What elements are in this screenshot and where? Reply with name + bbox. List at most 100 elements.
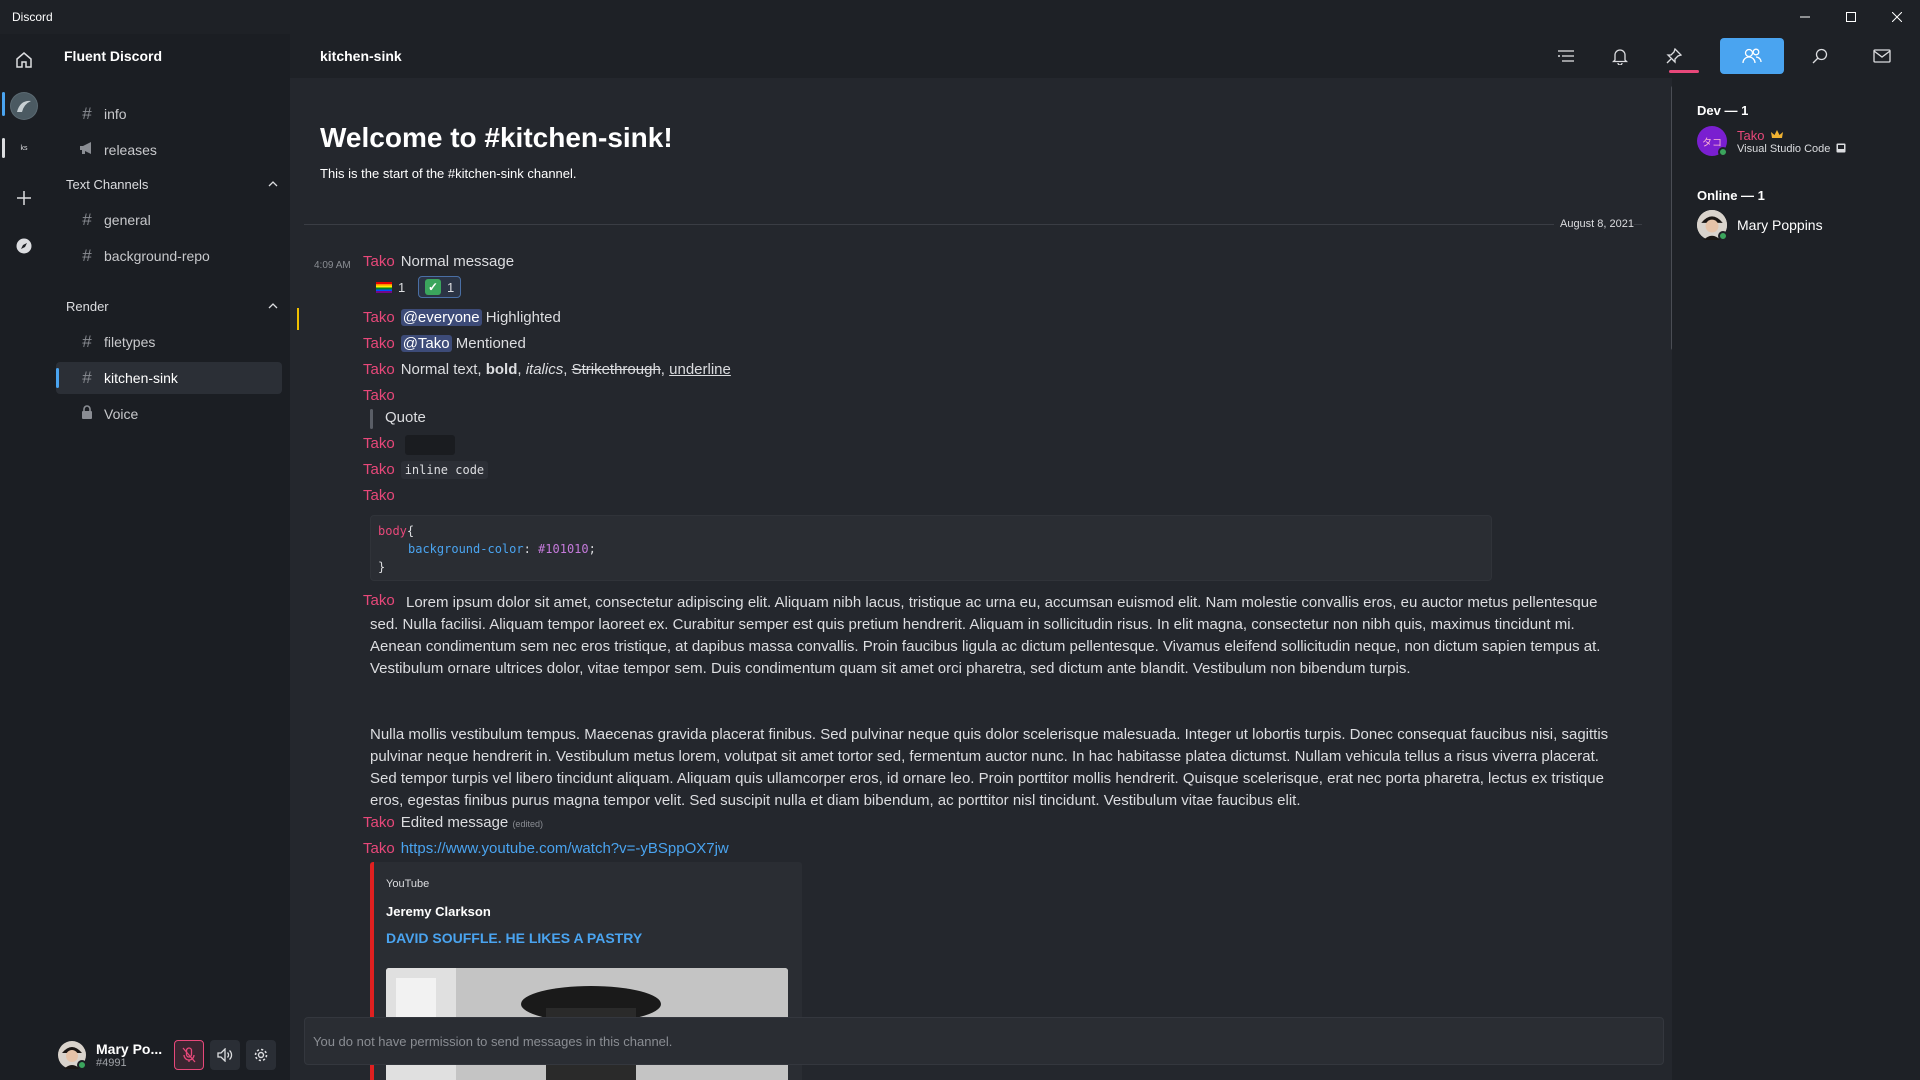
message-author[interactable]: Tako xyxy=(363,461,395,478)
user-info[interactable]: Mary Po... #4991 xyxy=(96,1041,168,1069)
server-unread-indicator xyxy=(2,138,5,158)
mute-button[interactable] xyxy=(174,1040,204,1070)
mention-everyone[interactable]: @everyone xyxy=(400,309,482,326)
message-author[interactable]: Tako xyxy=(363,435,395,452)
code-semicolon: ; xyxy=(588,542,596,556)
member-group-label: Dev — 1 xyxy=(1697,103,1749,118)
hash-icon: # xyxy=(82,332,92,351)
people-icon xyxy=(1742,48,1762,64)
window-title: Discord xyxy=(12,10,53,24)
minimize-icon xyxy=(1800,16,1810,18)
server-ks-icon: ks xyxy=(20,144,28,152)
message-author[interactable]: Tako xyxy=(363,840,395,857)
channel-title: kitchen-sink xyxy=(320,48,402,64)
code-line-3: } xyxy=(378,558,1484,576)
close-button[interactable] xyxy=(1874,0,1920,34)
server-fluent-discord[interactable] xyxy=(8,90,40,122)
category-label: Render xyxy=(66,298,109,314)
hash-icon: # xyxy=(82,104,92,123)
lorem-paragraph-1: Lorem ipsum dolor sit amet, consectetur … xyxy=(370,594,1601,677)
message-normal: Tako Normal message xyxy=(363,253,514,270)
avatar[interactable] xyxy=(58,1041,87,1070)
channel-background-repo[interactable]: # background-repo xyxy=(56,240,282,272)
message-author[interactable]: Tako xyxy=(363,253,395,270)
embed-author[interactable]: Jeremy Clarkson xyxy=(386,904,491,919)
message-link-url[interactable]: https://www.youtube.com/watch?v=-yBSppOX… xyxy=(401,840,729,857)
threads-button[interactable] xyxy=(1546,38,1586,74)
hash-icon: # xyxy=(82,210,92,229)
embed-provider[interactable]: YouTube xyxy=(386,878,429,890)
member-info: Tako Visual Studio Code xyxy=(1737,127,1846,155)
message-author[interactable]: Tako xyxy=(363,361,395,378)
user-panel: Mary Po... #4991 xyxy=(48,1030,290,1080)
embed-title[interactable]: DAVID SOUFFLE. HE LIKES A PASTRY xyxy=(386,930,642,946)
category-label: Text Channels xyxy=(66,176,149,192)
microphone-muted-icon xyxy=(182,1047,196,1063)
message-link: Tako https://www.youtube.com/watch?v=-yBS… xyxy=(363,840,729,857)
reaction-check-mark[interactable]: ✓ 1 xyxy=(418,276,462,298)
hash-icon: # xyxy=(82,246,92,265)
message-text: Mentioned xyxy=(455,335,526,352)
reaction-count: 1 xyxy=(398,279,406,295)
message-author[interactable]: Tako xyxy=(363,387,395,404)
message-author[interactable]: Tako xyxy=(363,487,395,504)
rich-presence-icon xyxy=(1836,143,1846,153)
server-ks[interactable]: ks xyxy=(8,132,40,164)
message-composer[interactable]: You do not have permission to send messa… xyxy=(304,1017,1664,1065)
reaction-rainbow-flag[interactable]: 1 xyxy=(370,276,411,298)
channel-releases[interactable]: releases xyxy=(56,134,282,166)
guild-name[interactable]: Fluent Discord xyxy=(64,48,162,64)
message-author[interactable]: Tako xyxy=(363,309,395,326)
search-button[interactable] xyxy=(1800,38,1840,74)
highlight-bar xyxy=(297,308,299,330)
message-author[interactable]: Tako xyxy=(363,335,395,352)
bold-text: bold xyxy=(485,361,518,378)
spoiler-block[interactable] xyxy=(405,435,455,455)
category-render[interactable]: Render xyxy=(66,296,278,316)
member-group-label: Online — 1 xyxy=(1697,188,1765,203)
title-bar: Discord xyxy=(0,0,1920,34)
maximize-button[interactable] xyxy=(1828,0,1874,34)
channel-info[interactable]: # info xyxy=(56,98,282,130)
lorem-paragraph-2: Nulla mollis vestibulum tempus. Maecenas… xyxy=(370,726,1609,809)
channel-voice[interactable]: Voice xyxy=(56,398,282,430)
channel-filetypes[interactable]: # filetypes xyxy=(56,326,282,358)
category-text-channels[interactable]: Text Channels xyxy=(66,174,278,194)
channel-kitchen-sink[interactable]: # kitchen-sink xyxy=(56,362,282,394)
minimize-button[interactable] xyxy=(1782,0,1828,34)
explore-button[interactable] xyxy=(8,230,40,262)
bell-icon xyxy=(1612,48,1628,65)
settings-button[interactable] xyxy=(246,1040,276,1070)
code-line-2: background-color: #101010; xyxy=(378,540,1484,558)
close-icon xyxy=(1892,12,1902,22)
channel-label: filetypes xyxy=(104,334,156,350)
home-icon xyxy=(16,52,32,68)
separator: , xyxy=(660,361,670,378)
mention-user[interactable]: @Tako xyxy=(400,335,452,352)
message-code-block: Tako xyxy=(363,487,401,504)
server-icon xyxy=(10,92,38,120)
message-author[interactable]: Tako xyxy=(363,814,395,831)
member-mary-poppins[interactable]: Mary Poppins xyxy=(1697,210,1823,241)
deafen-button[interactable] xyxy=(210,1040,240,1070)
channel-label: general xyxy=(104,212,151,228)
pinned-button[interactable] xyxy=(1654,38,1694,74)
home-button[interactable] xyxy=(8,44,40,76)
threads-icon xyxy=(1558,50,1574,62)
notifications-button[interactable] xyxy=(1600,38,1640,74)
chat-scrollbar[interactable] xyxy=(1671,86,1672,350)
add-server-button[interactable] xyxy=(8,182,40,214)
channel-label: kitchen-sink xyxy=(104,370,178,386)
message-mentioned: Tako @Tako Mentioned xyxy=(363,335,526,352)
message-inline-code: Tako inline code xyxy=(363,461,489,479)
inbox-button[interactable] xyxy=(1862,38,1902,74)
member-tako[interactable]: タコ Tako Visual Studio Code xyxy=(1697,126,1846,157)
chat-area: Welcome to #kitchen-sink! This is the st… xyxy=(290,78,1672,1080)
channel-general[interactable]: # general xyxy=(56,204,282,236)
reaction-count: 1 xyxy=(447,279,455,295)
megaphone-icon xyxy=(78,140,96,160)
channel-label: background-repo xyxy=(104,248,210,264)
window-controls xyxy=(1782,0,1920,34)
member-list-button[interactable] xyxy=(1720,38,1784,74)
online-status-dot xyxy=(77,1060,87,1070)
